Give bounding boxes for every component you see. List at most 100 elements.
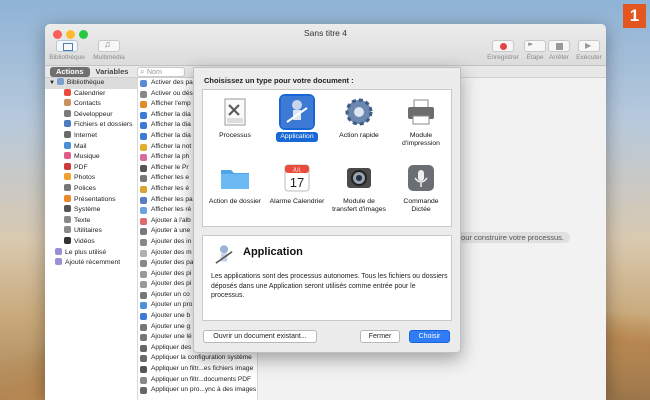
open-existing-button[interactable]: Ouvrir un document existant...	[203, 330, 317, 343]
category-icon	[64, 215, 71, 223]
media-label: Multimédia	[93, 54, 125, 61]
library-item[interactable]: Musique	[45, 152, 137, 163]
library-item[interactable]: Vidéos	[45, 236, 137, 248]
stop-icon	[548, 40, 570, 52]
disclosure-triangle-icon[interactable]: ▼	[49, 80, 55, 86]
search-input[interactable]: Nom	[137, 67, 185, 77]
action-icon	[140, 260, 147, 268]
action-item[interactable]: Appliquer un filtr...es fichiers image	[138, 364, 257, 375]
tab-actions[interactable]: Actions	[50, 67, 90, 77]
action-label: Ajouter des pi	[151, 269, 192, 277]
library-button[interactable]: Bibliothèque	[49, 40, 85, 61]
category-icon	[64, 205, 71, 213]
library-item[interactable]: Contacts	[45, 99, 137, 110]
description-panel: Application Les applications sont des pr…	[202, 235, 452, 321]
action-label: Appliquer un pro...ync à des images	[151, 386, 257, 394]
library-smart-folder[interactable]: Ajouté récemment	[45, 258, 137, 269]
smart-folder-label: Le plus utilisé	[65, 248, 107, 256]
library-item[interactable]: Photos	[45, 173, 137, 184]
run-button[interactable]: Exécuter	[573, 40, 605, 61]
action-label: Afficher la dia	[151, 110, 191, 118]
choose-button[interactable]: Choisir	[409, 330, 450, 343]
action-item[interactable]: Appliquer la configuration système	[138, 353, 257, 364]
calendar-day: 17	[290, 175, 304, 190]
type-application[interactable]: Application	[267, 94, 327, 142]
type-alarme-calendrier[interactable]: JUL 17 Alarme Calendrier	[267, 162, 327, 206]
type-label: Action rapide	[339, 132, 379, 139]
library-item[interactable]: Polices	[45, 183, 137, 195]
library-header[interactable]: ▼ Bibliothèque	[45, 78, 137, 89]
record-button[interactable]: Enregistrer	[485, 40, 521, 61]
action-icon	[140, 344, 147, 352]
library-item-label: PDF	[74, 163, 88, 171]
action-label: Ajouter à l'alb	[151, 216, 191, 224]
action-icon	[140, 376, 147, 384]
action-icon	[140, 143, 147, 151]
library-item[interactable]: Fichiers et dossiers	[45, 120, 137, 131]
library-item[interactable]: Calendrier	[45, 88, 137, 100]
type-commande-dictee[interactable]: Commande Dictée	[391, 162, 451, 214]
action-label: Ajouter un co	[151, 290, 190, 298]
microphone-icon	[405, 162, 437, 194]
library-item[interactable]: Développeur	[45, 109, 137, 121]
window-title: Sans titre 4	[304, 28, 347, 38]
step-button[interactable]: Étape	[523, 40, 547, 61]
library-item-label: Vidéos	[74, 237, 95, 245]
stop-button[interactable]: Arrêter	[546, 40, 572, 61]
action-label: Ajouter à une	[151, 227, 191, 235]
library-item[interactable]: Internet	[45, 130, 137, 142]
action-label: Ajouter une g	[151, 322, 191, 330]
action-icon	[140, 313, 147, 321]
category-icon	[64, 226, 71, 234]
smart-folder-label: Ajouté récemment	[65, 259, 121, 267]
type-module-impression[interactable]: Module d'impression	[391, 96, 451, 148]
action-icon	[140, 175, 147, 183]
action-icon	[140, 228, 147, 236]
library-item[interactable]: Mail	[45, 141, 137, 153]
action-icon	[140, 270, 147, 278]
library-item[interactable]: Système	[45, 205, 137, 216]
workflow-hint: pour construire votre processus.	[450, 232, 570, 243]
action-item[interactable]: Appliquer un pro...ync à des images	[138, 385, 257, 396]
library-item[interactable]: PDF	[45, 162, 137, 174]
close-button[interactable]: Fermer	[360, 330, 400, 343]
action-icon	[140, 291, 147, 299]
library-item-label: Musique	[74, 153, 100, 161]
type-transfert-images[interactable]: Module de transfert d'images	[329, 162, 389, 214]
type-action-dossier[interactable]: Action de dossier	[205, 162, 265, 206]
action-icon	[140, 122, 147, 130]
description-text: Les applications sont des processus auto…	[211, 273, 448, 300]
library-item[interactable]: Présentations	[45, 194, 137, 206]
library-item-label: Internet	[74, 131, 98, 139]
library-smart-folder[interactable]: Le plus utilisé	[45, 247, 137, 259]
type-action-rapide[interactable]: Action rapide	[329, 96, 389, 140]
media-button[interactable]: Multimédia	[89, 39, 129, 61]
library-header-label: Bibliothèque	[66, 79, 105, 86]
smart-folder-icon	[55, 247, 62, 255]
action-icon	[140, 355, 147, 363]
library-list: ▼ Bibliothèque Calendrier Contacts Dévelop…	[45, 78, 138, 400]
library-item-label: Utilitaires	[74, 227, 102, 235]
action-label: Afficher la dia	[151, 131, 191, 139]
action-icon	[140, 302, 147, 310]
action-icon	[140, 101, 147, 109]
action-item[interactable]: Appliquer un filtr...documents PDF	[138, 375, 257, 386]
category-icon	[64, 183, 71, 191]
action-label: Afficher le Pr	[151, 163, 189, 171]
record-icon	[492, 40, 514, 52]
action-label: Appliquer des	[151, 343, 192, 351]
automator-app-icon	[279, 94, 315, 130]
library-item-label: Calendrier	[74, 89, 106, 97]
type-processus[interactable]: Processus	[205, 96, 265, 140]
action-label: Activer ou dés	[151, 89, 193, 97]
action-icon	[140, 80, 147, 87]
category-icon	[64, 141, 71, 149]
action-icon	[140, 154, 147, 162]
step-label: Étape	[526, 54, 544, 61]
library-icon	[56, 40, 78, 52]
tab-variables[interactable]: Variables	[90, 67, 135, 77]
action-icon	[140, 249, 147, 257]
library-item[interactable]: Texte	[45, 215, 137, 227]
library-item[interactable]: Utilitaires	[45, 226, 137, 237]
action-label: Ajouter une lé	[151, 333, 192, 341]
